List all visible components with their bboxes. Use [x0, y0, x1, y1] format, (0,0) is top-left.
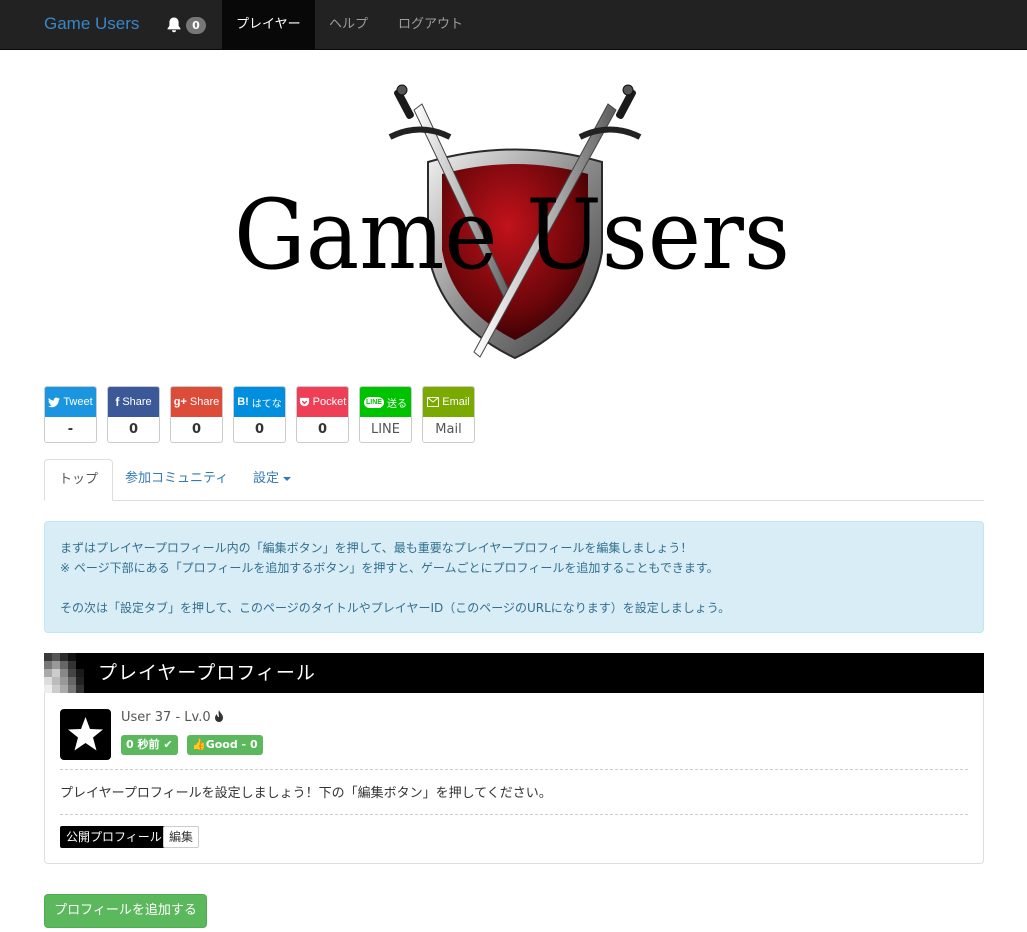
profile-panel-header: プレイヤープロフィール [44, 653, 984, 693]
twitter-icon [48, 396, 61, 407]
mosaic-decoration [44, 653, 84, 693]
good-label: Good - 0 [205, 738, 258, 751]
avatar[interactable] [60, 709, 111, 760]
google-plus-icon: g+ [173, 396, 187, 408]
share-facebook[interactable]: f Share 0 [107, 386, 160, 443]
share-count: 0 [191, 422, 202, 437]
brand-link[interactable]: Game Users [44, 14, 139, 34]
user-name-level[interactable]: User 37 - Lv.0 [121, 710, 211, 725]
share-label: Share [122, 396, 152, 408]
divider [60, 814, 968, 815]
share-label: Tweet [63, 396, 93, 408]
thumbs-up-icon: 👍 [192, 738, 206, 751]
share-count: LINE [370, 422, 400, 437]
share-label: Pocket [312, 396, 347, 408]
alert-line-1: まずはプレイヤープロフィール内の「編集ボタン」を押して、最も重要なプレイヤープロ… [60, 541, 693, 555]
share-email[interactable]: Email Mail [422, 386, 475, 443]
time-badge: 0 秒前 ✔ [121, 735, 178, 755]
good-badge[interactable]: 👍Good - 0 [187, 735, 263, 755]
share-count: 0 [254, 422, 265, 437]
top-navbar: Game Users 0 プレイヤー ヘルプ ログアウト [0, 0, 1027, 50]
caret-down-icon [283, 476, 292, 481]
divider [60, 769, 968, 770]
game-users-logo: Game Users [234, 84, 790, 360]
share-hatena[interactable]: B! はてな 0 [233, 386, 286, 443]
tab-communities[interactable]: 参加コミュニティ [111, 459, 242, 501]
check-icon: ✔ [163, 738, 173, 751]
time-label: 0 秒前 [126, 738, 160, 751]
info-alert: まずはプレイヤープロフィール内の「編集ボタン」を押して、最も重要なプレイヤープロ… [44, 521, 984, 633]
share-label: Share [189, 396, 220, 408]
public-profile-tag: 公開プロフィール [60, 826, 168, 848]
tab-settings-label: 設定 [253, 471, 280, 486]
add-profile-button[interactable]: プロフィールを追加する [44, 894, 207, 928]
share-count: 0 [317, 422, 328, 437]
logo-wordmark: Game Users [234, 179, 790, 291]
nav-player[interactable]: プレイヤー [222, 0, 315, 50]
notification-badge: 0 [186, 17, 206, 34]
notifications[interactable]: 0 [165, 15, 209, 37]
share-count: - [67, 422, 74, 437]
share-label: Email [442, 396, 470, 408]
tab-top[interactable]: トップ [44, 459, 114, 501]
share-count: Mail [435, 422, 462, 437]
share-label: 送る [386, 398, 407, 410]
share-line[interactable]: LINE 送る LINE [359, 386, 412, 443]
mail-icon [427, 397, 440, 407]
facebook-icon: f [115, 395, 120, 409]
edit-button[interactable]: 編集 [163, 826, 200, 848]
profile-tabs: トップ 参加コミュニティ 設定 [44, 459, 984, 501]
alert-line-2: ※ ページ下部にある「プロフィールを追加するボタン」を押すと、ゲームごとにプロフ… [60, 561, 719, 575]
share-pocket[interactable]: Pocket 0 [296, 386, 349, 443]
nav-logout[interactable]: ログアウト [384, 0, 477, 50]
nav-help[interactable]: ヘルプ [315, 0, 382, 50]
share-google-plus[interactable]: g+ Share 0 [170, 386, 223, 443]
pocket-icon [299, 397, 309, 406]
tab-settings[interactable]: 設定 [239, 459, 305, 501]
share-count: 0 [128, 422, 139, 437]
flame-icon [215, 710, 223, 722]
alert-line-3: その次は「設定タブ」を押して、このページのタイトルやプレイヤーID（このページの… [60, 601, 731, 615]
profile-panel-body: User 37 - Lv.0 0 秒前 ✔ 👍Good - 0 プレイヤープロフ… [44, 693, 984, 864]
line-icon: LINE [364, 396, 384, 408]
star-icon [68, 717, 103, 751]
share-twitter[interactable]: Tweet - [44, 386, 97, 443]
bell-icon [167, 17, 181, 33]
profile-panel-title: プレイヤープロフィール [98, 662, 316, 684]
profile-message: プレイヤープロフィールを設定しましょう！下の「編集ボタン」を押してください。 [60, 786, 552, 801]
share-label: はてな [251, 398, 282, 410]
hatena-icon: B! [237, 396, 249, 408]
